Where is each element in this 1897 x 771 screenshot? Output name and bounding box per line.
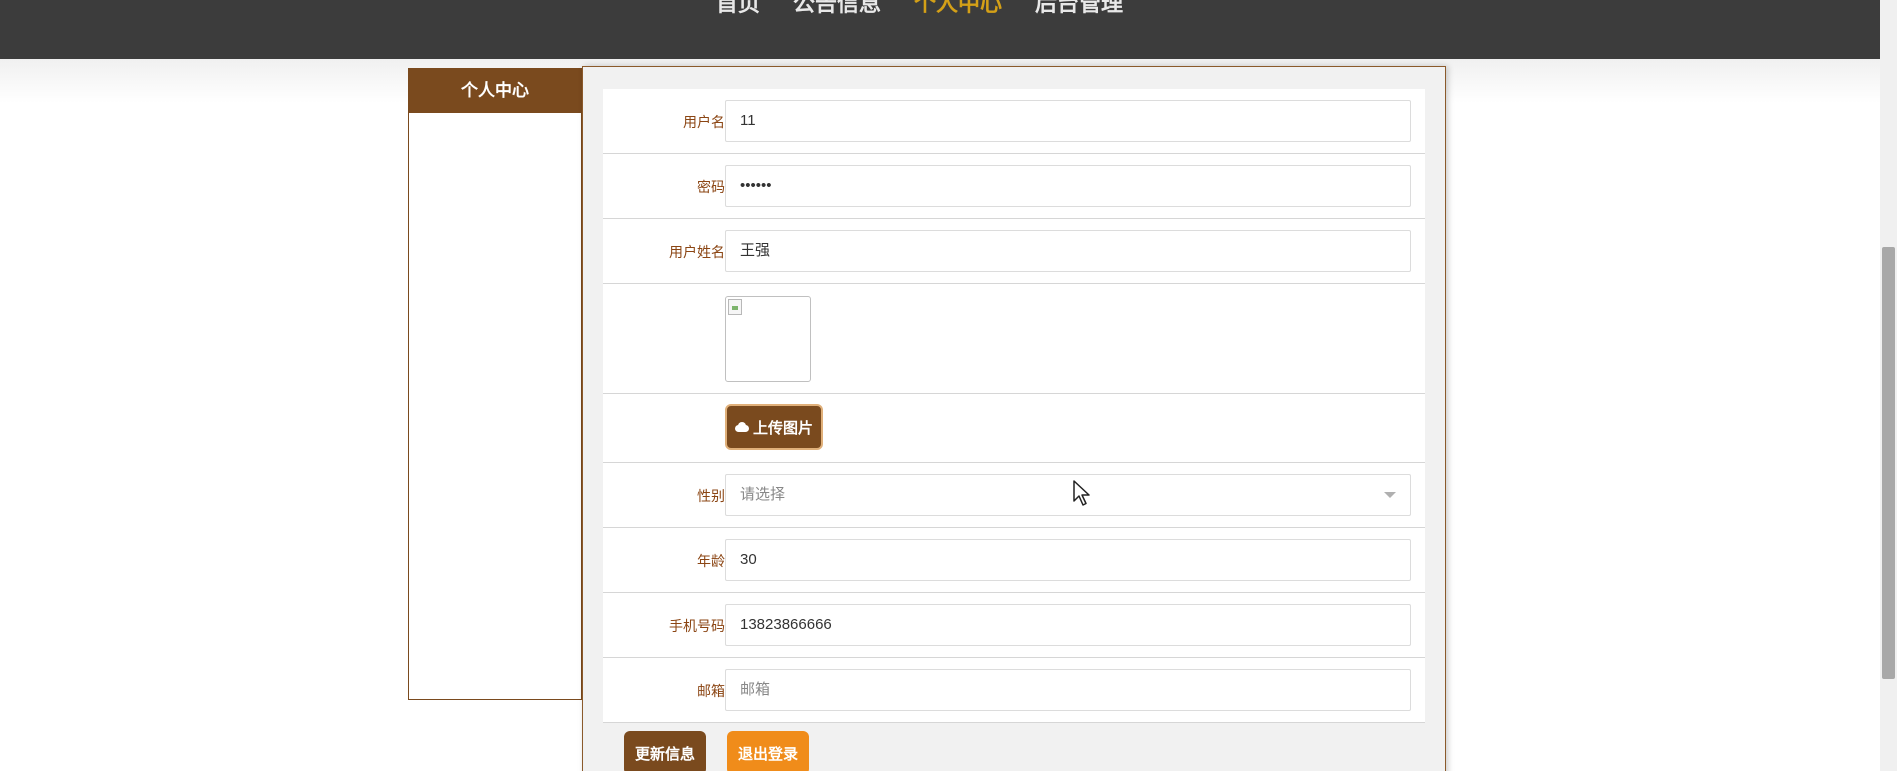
nav-link-personal-center[interactable]: 个人中心 [914,0,1002,17]
form-row-username: 用户名 11 [603,89,1425,154]
form-row-gender: 性别 请选择 [603,463,1425,528]
form-row-age: 年龄 30 [603,528,1425,593]
scrollbar-thumb[interactable] [1882,247,1895,679]
age-label: 年龄 [697,553,725,569]
cloud-upload-icon [734,422,749,432]
gender-select[interactable]: 请选择 [725,474,1411,516]
phone-label: 手机号码 [669,618,725,634]
realname-label: 用户姓名 [669,244,725,260]
form-row-upload: 上传图片 [603,394,1425,463]
password-label: 密码 [697,179,725,195]
username-label: 用户名 [683,114,725,130]
form-row-realname: 用户姓名 王强 [603,219,1425,284]
sidebar: 个人中心 [408,68,582,700]
realname-input[interactable]: 王强 [725,230,1411,272]
update-info-button[interactable]: 更新信息 [624,731,706,771]
form-row-email: 邮箱 邮箱 [603,658,1425,723]
mouse-cursor-icon [1073,480,1090,506]
form-row-password: 密码 •••••• [603,154,1425,219]
gender-label: 性别 [697,488,725,504]
upload-button-label: 上传图片 [752,419,813,437]
phone-input[interactable]: 13823866666 [725,604,1411,646]
nav-link-admin[interactable]: 后台管理 [1035,0,1123,17]
gender-select-placeholder: 请选择 [740,486,786,503]
form-row-phone: 手机号码 13823866666 [603,593,1425,658]
age-input[interactable]: 30 [725,539,1411,581]
broken-image-icon [728,299,742,315]
nav-link-home[interactable]: 首页 [716,0,760,17]
form-row-avatar [603,284,1425,394]
profile-form-panel: 用户名 11 密码 •••••• 用户姓名 王强 上传图片 性别 请选择 年龄 … [582,66,1446,771]
email-label: 邮箱 [697,683,725,699]
username-input[interactable]: 11 [725,100,1411,142]
nav-link-announcements[interactable]: 公告信息 [793,0,881,17]
top-navigation-bar: 首页 公告信息 个人中心 后台管理 [0,0,1880,59]
upload-image-button[interactable]: 上传图片 [725,404,823,450]
email-input[interactable]: 邮箱 [725,669,1411,711]
password-input[interactable]: •••••• [725,165,1411,207]
nav-links: 首页 公告信息 个人中心 后台管理 [716,0,1123,17]
chevron-down-icon [1384,492,1396,498]
sidebar-item-personal-center[interactable]: 个人中心 [409,69,581,113]
avatar-image-preview [725,296,811,382]
logout-button[interactable]: 退出登录 [727,731,809,771]
